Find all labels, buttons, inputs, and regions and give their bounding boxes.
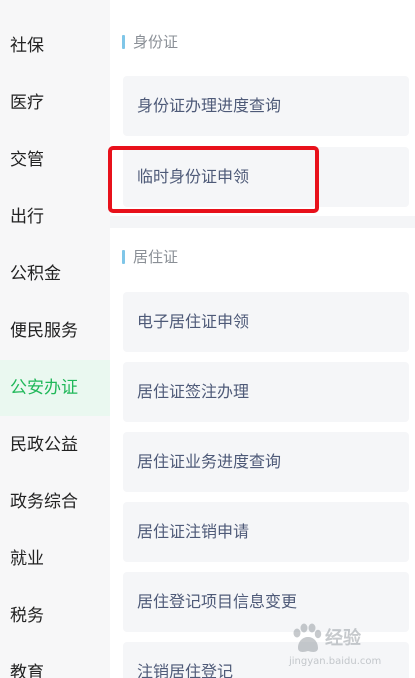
service-card-residence-deregister[interactable]: 注销居住登记 xyxy=(123,642,409,678)
services-panel: 身份证 身份证办理进度查询 临时身份证申领 居住证 电子居住证申领 居住证签注办… xyxy=(110,0,415,678)
service-card-residence-progress[interactable]: 居住证业务进度查询 xyxy=(123,432,409,492)
sidebar-item-police-services[interactable]: 公安办证 xyxy=(0,360,110,416)
service-card-temp-id[interactable]: 临时身份证申领 xyxy=(123,147,409,207)
sidebar-item-social-security[interactable]: 社保 xyxy=(0,18,110,74)
sidebar-item-medical[interactable]: 医疗 xyxy=(0,75,110,131)
service-card-residence-info-change[interactable]: 居住登记项目信息变更 xyxy=(123,572,409,632)
section-accent-bar xyxy=(122,250,125,264)
sidebar-item-housing-fund[interactable]: 公积金 xyxy=(0,246,110,302)
category-sidebar: 社保 医疗 交管 出行 公积金 便民服务 公安办证 民政公益 政务综合 就业 税… xyxy=(0,0,110,678)
app-screen: 社保 医疗 交管 出行 公积金 便民服务 公安办证 民政公益 政务综合 就业 税… xyxy=(0,0,415,678)
sidebar-item-government[interactable]: 政务综合 xyxy=(0,474,110,530)
section-divider xyxy=(110,216,415,228)
sidebar-item-tax[interactable]: 税务 xyxy=(0,588,110,644)
sidebar-item-civil-affairs[interactable]: 民政公益 xyxy=(0,417,110,473)
service-card-residence-cancel[interactable]: 居住证注销申请 xyxy=(123,502,409,562)
section-accent-bar xyxy=(122,35,125,49)
sidebar-item-convenience[interactable]: 便民服务 xyxy=(0,303,110,359)
sidebar-item-employment[interactable]: 就业 xyxy=(0,531,110,587)
service-card-id-progress[interactable]: 身份证办理进度查询 xyxy=(123,76,409,136)
section-title-text: 身份证 xyxy=(133,33,179,51)
sidebar-item-education[interactable]: 教育 xyxy=(0,645,110,678)
sidebar-item-traffic[interactable]: 交管 xyxy=(0,132,110,188)
service-card-residence-endorse[interactable]: 居住证签注办理 xyxy=(123,362,409,422)
section-title-text: 居住证 xyxy=(133,248,179,266)
service-card-e-residence[interactable]: 电子居住证申领 xyxy=(123,292,409,352)
sidebar-item-travel[interactable]: 出行 xyxy=(0,189,110,245)
section-title-residence-permit: 居住证 xyxy=(122,247,178,267)
section-title-id-card: 身份证 xyxy=(122,32,178,52)
